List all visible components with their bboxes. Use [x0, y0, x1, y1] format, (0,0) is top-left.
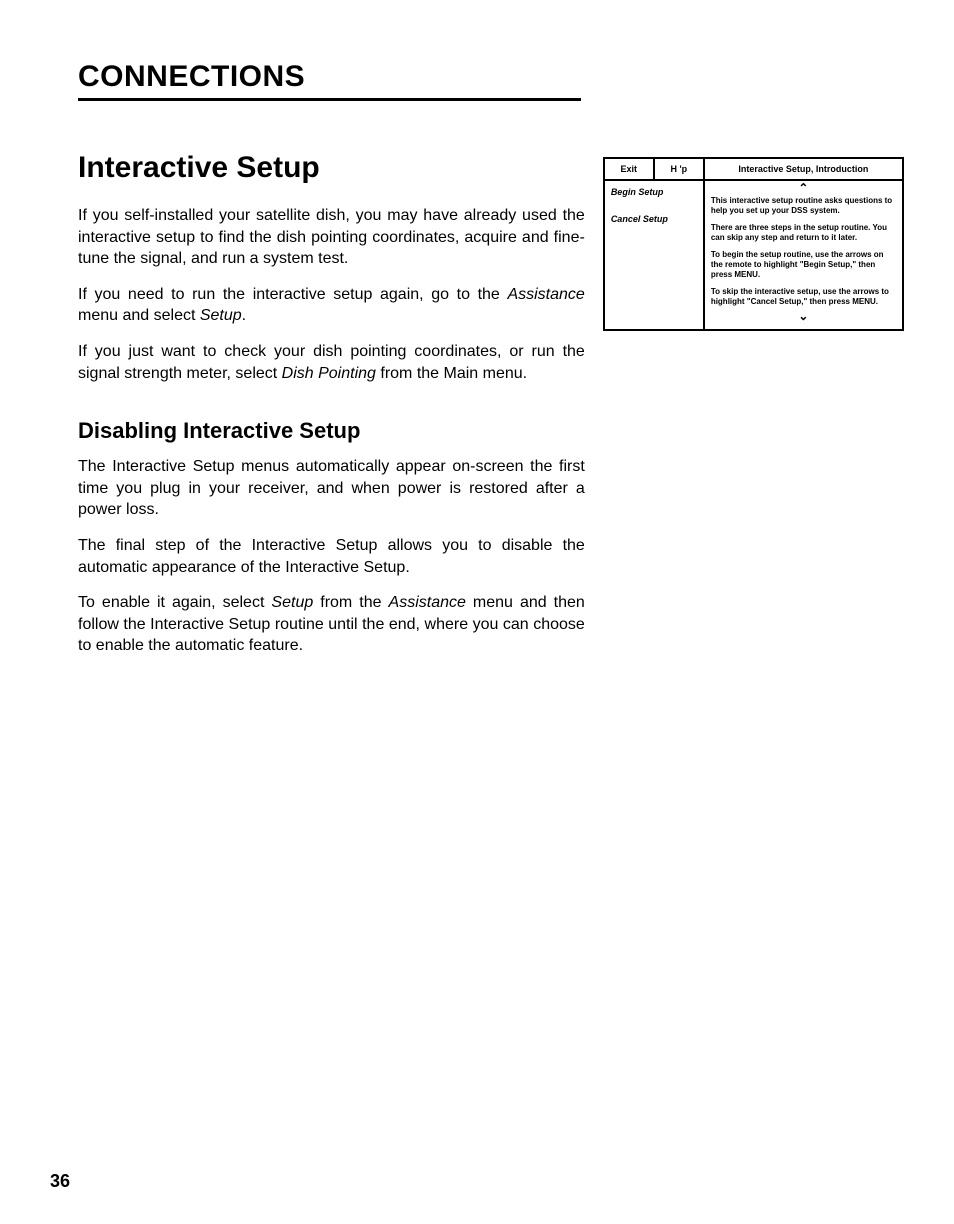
scroll-up-icon[interactable]: ⌃	[711, 183, 896, 193]
osd-left-panel: Exit H 'p Begin Setup Cancel Setup	[605, 159, 705, 329]
section-title-interactive-setup: Interactive Setup	[78, 151, 585, 185]
text-run: .	[242, 307, 246, 324]
text-run: If you need to run the interactive setup…	[78, 286, 507, 303]
body-paragraph: The final step of the Interactive Setup …	[78, 535, 585, 578]
text-run: menu and select	[78, 307, 200, 324]
osd-right-body: ⌃ This interactive setup routine asks qu…	[705, 181, 902, 329]
osd-text: To begin the setup routine, use the arro…	[711, 250, 896, 279]
body-paragraph: If you need to run the interactive setup…	[78, 284, 585, 327]
osd-right-panel: Interactive Setup, Introduction ⌃ This i…	[705, 159, 902, 329]
chapter-rule	[78, 98, 581, 101]
text-run: To enable it again, select	[78, 594, 271, 611]
osd-text: There are three steps in the setup routi…	[711, 223, 896, 242]
page-number: 36	[50, 1171, 70, 1192]
osd-menu-item-begin[interactable]: Begin Setup	[611, 187, 697, 198]
osd-figure-inner: Exit H 'p Begin Setup Cancel Setup Inter…	[605, 159, 902, 329]
italic-term: Dish Pointing	[282, 365, 376, 382]
content-row: Interactive Setup If you self-installed …	[78, 151, 904, 671]
chapter-title: CONNECTIONS	[78, 60, 904, 94]
osd-left-menu: Begin Setup Cancel Setup	[605, 181, 703, 329]
osd-tab-exit[interactable]: Exit	[605, 159, 653, 179]
body-paragraph: To enable it again, select Setup from th…	[78, 592, 585, 657]
body-paragraph: If you just want to check your dish poin…	[78, 341, 585, 384]
osd-menu-item-cancel[interactable]: Cancel Setup	[611, 214, 697, 225]
osd-text: This interactive setup routine asks ques…	[711, 196, 896, 215]
osd-right-title: Interactive Setup, Introduction	[705, 159, 902, 181]
osd-text: To skip the interactive setup, use the a…	[711, 287, 896, 306]
italic-term: Setup	[200, 307, 242, 324]
osd-left-tabs: Exit H 'p	[605, 159, 703, 181]
body-paragraph: If you self-installed your satellite dis…	[78, 205, 585, 270]
text-run: from the	[313, 594, 388, 611]
page: CONNECTIONS Interactive Setup If you sel…	[0, 0, 954, 1224]
osd-figure: Exit H 'p Begin Setup Cancel Setup Inter…	[603, 157, 904, 331]
text-run: from the Main menu.	[376, 365, 527, 382]
scroll-down-icon[interactable]: ⌄	[711, 311, 896, 321]
italic-term: Assistance	[507, 286, 584, 303]
text-column: Interactive Setup If you self-installed …	[78, 151, 585, 671]
italic-term: Assistance	[389, 594, 466, 611]
osd-tab-help[interactable]: H 'p	[653, 159, 703, 179]
section-title-disabling: Disabling Interactive Setup	[78, 418, 585, 444]
italic-term: Setup	[271, 594, 313, 611]
body-paragraph: The Interactive Setup menus automaticall…	[78, 456, 585, 521]
